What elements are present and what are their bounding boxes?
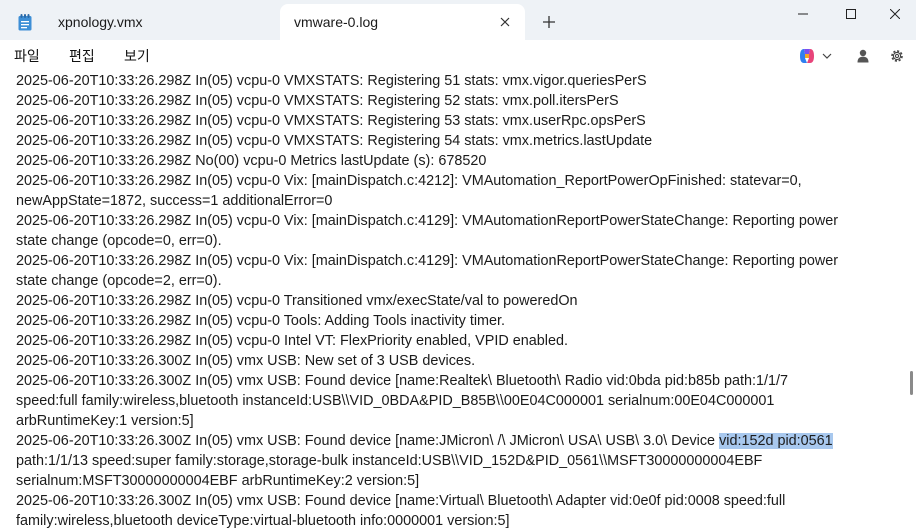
maximize-button[interactable] <box>828 0 874 28</box>
chevron-down-icon <box>822 53 832 59</box>
log-line: 2025-06-20T10:33:26.298Z In(05) vcpu-0 V… <box>16 133 653 149</box>
log-line: 2025-06-20T10:33:26.298Z In(05) vcpu-0 V… <box>16 173 802 189</box>
log-line: family:wireless,bluetooth deviceType:vir… <box>16 513 510 529</box>
close-tab-icon[interactable] <box>493 10 517 34</box>
log-line: 2025-06-20T10:33:26.300Z In(05) vmx USB:… <box>16 373 788 389</box>
tab-label: vmware-0.log <box>294 14 379 30</box>
vertical-scrollbar[interactable] <box>906 71 916 529</box>
menu-edit[interactable]: 편집 <box>69 46 95 66</box>
log-line: 2025-06-20T10:33:26.298Z In(05) vcpu-0 T… <box>16 293 578 309</box>
notepad-icon <box>18 13 32 31</box>
gear-icon <box>891 50 903 62</box>
copilot-button[interactable] <box>795 45 835 67</box>
log-line: 2025-06-20T10:33:26.300Z In(05) vmx USB:… <box>16 431 906 451</box>
log-line: speed:full family:wireless,bluetooth ins… <box>16 393 775 409</box>
log-line: 2025-06-20T10:33:26.298Z In(05) vcpu-0 T… <box>16 313 506 329</box>
settings-button[interactable] <box>887 45 907 67</box>
plus-icon <box>543 16 555 28</box>
log-line: state change (opcode=0, err=0). <box>16 233 222 249</box>
log-line: serialnum:MSFT30000000004EBF arbRuntimeK… <box>16 473 420 489</box>
text-editor[interactable]: 2025-06-20T10:33:26.298Z In(05) vcpu-0 V… <box>0 71 906 529</box>
scrollbar-thumb[interactable] <box>910 371 913 395</box>
log-line-text: 2025-06-20T10:33:26.300Z In(05) vmx USB:… <box>16 433 720 449</box>
log-line: newAppState=1872, success=1 additionalEr… <box>16 193 333 209</box>
maximize-icon <box>846 9 856 19</box>
log-line: 2025-06-20T10:33:26.298Z In(05) vcpu-0 V… <box>16 253 839 269</box>
log-line: 2025-06-20T10:33:26.300Z In(05) vmx USB:… <box>16 353 476 369</box>
log-line: path:1/1/13 speed:super family:storage,s… <box>16 453 763 469</box>
log-line: 2025-06-20T10:33:26.298Z In(05) vcpu-0 V… <box>16 213 839 229</box>
minimize-button[interactable] <box>780 0 826 28</box>
minimize-icon <box>798 13 808 15</box>
tab-xpnology-vmx[interactable]: xpnology.vmx <box>0 4 278 40</box>
log-line: 2025-06-20T10:33:26.298Z No(00) vcpu-0 M… <box>16 153 487 169</box>
close-icon <box>890 9 900 19</box>
log-line: 2025-06-20T10:33:26.298Z In(05) vcpu-0 V… <box>16 73 647 89</box>
log-line: arbRuntimeKey:1 version:5] <box>16 413 194 429</box>
title-bar: xpnology.vmx vmware-0.log <box>0 0 916 40</box>
copilot-icon <box>800 49 814 63</box>
log-line: 2025-06-20T10:33:26.298Z In(05) vcpu-0 V… <box>16 93 619 109</box>
menu-bar: 파일 편집 보기 <box>0 40 916 71</box>
menu-view[interactable]: 보기 <box>124 46 150 66</box>
log-line: 2025-06-20T10:33:26.298Z In(05) vcpu-0 I… <box>16 333 568 349</box>
log-line: state change (opcode=2, err=0). <box>16 273 222 289</box>
account-button[interactable] <box>853 45 873 67</box>
new-tab-button[interactable] <box>537 10 561 34</box>
menu-file[interactable]: 파일 <box>14 46 40 66</box>
tab-vmware-log[interactable]: vmware-0.log <box>280 4 525 40</box>
close-window-button[interactable] <box>872 0 916 28</box>
log-line: 2025-06-20T10:33:26.298Z In(05) vcpu-0 V… <box>16 113 646 129</box>
selected-text: vid:152d pid:0561 <box>719 433 833 449</box>
account-icon <box>857 49 869 63</box>
log-line: 2025-06-20T10:33:26.300Z In(05) vmx USB:… <box>16 493 786 509</box>
tab-label: xpnology.vmx <box>58 14 143 30</box>
